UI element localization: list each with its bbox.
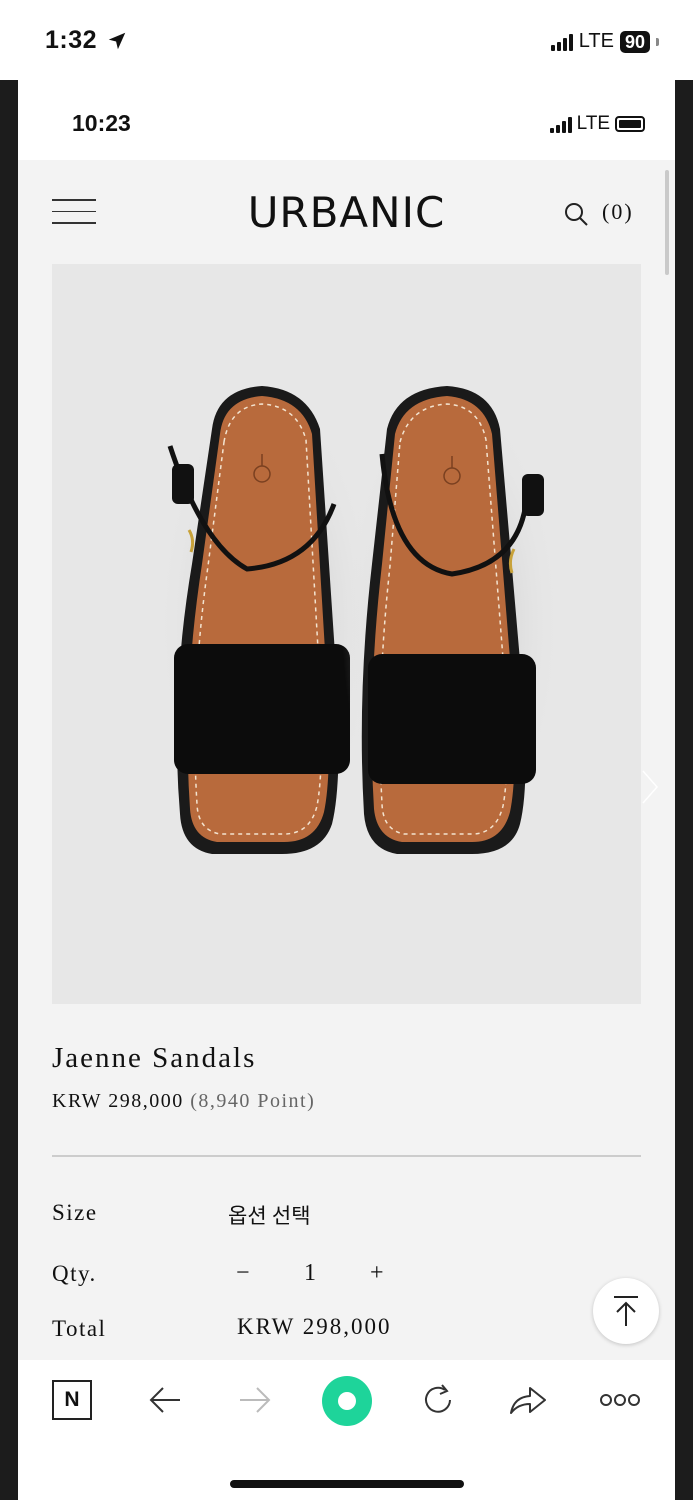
outer-clock: 1:32	[45, 26, 98, 54]
outer-status-indicators: LTE 90	[550, 30, 659, 53]
product-name: Jaenne Sandals	[52, 1042, 257, 1074]
share-icon	[510, 1387, 546, 1414]
browser-toolbar: N	[18, 1360, 675, 1500]
home-button[interactable]	[320, 1374, 374, 1428]
search-icon[interactable]	[563, 201, 589, 227]
battery-level: 90	[619, 30, 650, 53]
product-price: KRW 298,000	[52, 1090, 184, 1112]
back-button[interactable]	[146, 1380, 184, 1420]
product-points: (8,940 Point)	[190, 1090, 316, 1112]
forward-button[interactable]	[236, 1380, 274, 1420]
scroll-to-top-icon	[614, 1296, 638, 1326]
inner-clock: 10:23	[72, 110, 131, 136]
refresh-icon	[425, 1384, 451, 1413]
more-icon	[600, 1394, 640, 1406]
more-button[interactable]	[598, 1380, 642, 1420]
qty-plus-button[interactable]: +	[370, 1260, 384, 1287]
share-button[interactable]	[508, 1380, 548, 1420]
inner-status-bar: 10:23 LTE	[18, 80, 675, 160]
location-arrow-icon	[108, 32, 126, 50]
size-select[interactable]: 옵션 선택	[228, 1200, 311, 1230]
battery-icon	[656, 37, 659, 46]
network-label: LTE	[578, 30, 614, 52]
scroll-to-top-button[interactable]	[593, 1278, 659, 1344]
sandals-picture	[157, 384, 562, 864]
total-label: Total	[52, 1316, 107, 1341]
total-value: KRW 298,000	[237, 1314, 392, 1339]
network-label: LTE	[576, 113, 610, 134]
cart-button[interactable]: (0)	[602, 199, 634, 225]
site-header: URBANIC (0)	[18, 160, 675, 263]
home-indicator[interactable]	[230, 1480, 464, 1488]
forward-icon	[240, 1387, 271, 1413]
size-label: Size	[52, 1200, 98, 1225]
refresh-button[interactable]	[418, 1380, 458, 1420]
divider	[52, 1155, 641, 1157]
green-home-icon	[322, 1376, 372, 1426]
price-line: KRW 298,000 (8,940 Point)	[52, 1090, 315, 1113]
right-sandal	[342, 384, 562, 864]
qty-value[interactable]: 1	[304, 1260, 316, 1287]
frame-right	[675, 80, 693, 1500]
frame-left	[0, 80, 18, 1500]
inner-screenshot: 10:23 LTE URBANIC (0) Jaenne Sandals KRW…	[18, 80, 675, 1500]
outer-status-bar: 1:32 LTE 90	[0, 0, 693, 80]
qty-label: Qty.	[52, 1261, 97, 1286]
scrollbar[interactable]	[665, 170, 669, 275]
battery-icon	[615, 116, 645, 132]
inner-status-indicators: LTE	[549, 113, 645, 135]
qty-minus-button[interactable]: −	[236, 1260, 250, 1287]
naver-button[interactable]: N	[52, 1380, 92, 1420]
signal-icon	[550, 33, 573, 51]
product-image[interactable]	[52, 264, 658, 1004]
back-icon	[149, 1387, 180, 1413]
signal-icon	[549, 115, 572, 133]
chevron-right-icon[interactable]	[640, 769, 660, 805]
